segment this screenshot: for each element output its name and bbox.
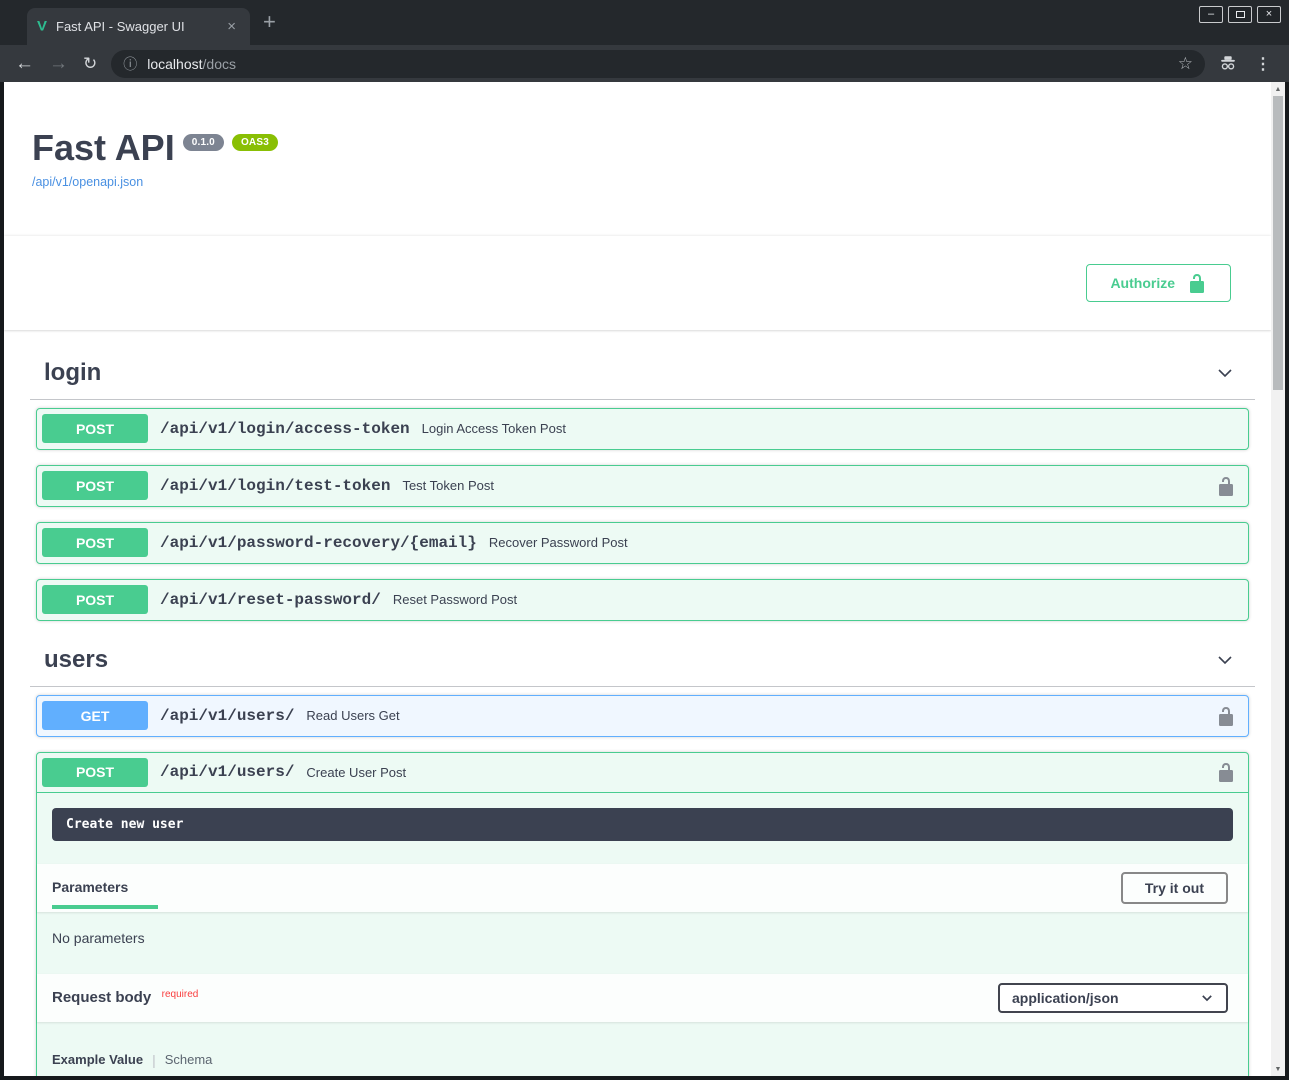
media-type-value: application/json [1012,990,1200,1006]
unlock-icon [1187,273,1207,293]
op-path: /api/v1/users/ [160,763,294,781]
method-badge: POST [42,758,148,787]
opblock-create-user: POST /api/v1/users/ Create User Post Cre… [36,752,1249,1076]
tab-title: Fast API - Swagger UI [56,19,223,34]
op-path: /api/v1/login/access-token [160,420,410,438]
parameters-section-header: Parameters Try it out [37,864,1248,912]
page-viewport: Fast API0.1.0OAS3 /api/v1/openapi.json A… [4,82,1271,1076]
auth-lock-button[interactable] [1216,476,1236,496]
url-bar[interactable]: ⓘ localhost /docs ☆ [111,50,1205,78]
minimize-button[interactable]: – [1199,6,1223,23]
operation-list-login: POST /api/v1/login/access-token Login Ac… [30,400,1255,621]
op-path: /api/v1/reset-password/ [160,591,381,609]
opblock-password-recovery[interactable]: POST /api/v1/password-recovery/{email} R… [36,522,1249,564]
auth-lock-button[interactable] [1216,762,1236,782]
browser-menu-icon[interactable]: ⋮ [1255,54,1271,74]
tab-divider: | [152,1052,156,1068]
method-badge: POST [42,528,148,557]
tab-schema[interactable]: Schema [165,1052,213,1067]
section-header-users[interactable]: users [30,636,1255,687]
opblock-body: Create new user Parameters Try it out No… [37,793,1248,1076]
opblock-reset-password[interactable]: POST /api/v1/reset-password/ Reset Passw… [36,579,1249,621]
version-badge: 0.1.0 [183,134,224,151]
tab-close-icon[interactable]: × [223,18,240,35]
chevron-down-icon [1200,991,1214,1005]
url-host: localhost [147,56,202,72]
opblock-login-test-token[interactable]: POST /api/v1/login/test-token Test Token… [36,465,1249,507]
favicon-icon: V [37,19,47,34]
op-summary: Test Token Post [402,478,494,493]
maximize-icon [1236,11,1245,18]
tab-example-value[interactable]: Example Value [52,1052,143,1067]
authorize-button[interactable]: Authorize [1086,264,1231,302]
page-scrollbar: ▲ ▼ [1271,82,1285,1076]
browser-tab[interactable]: V Fast API - Swagger UI × [27,8,250,45]
bookmark-star-icon[interactable]: ☆ [1178,54,1193,74]
reload-icon[interactable]: ↻ [83,55,97,72]
operation-description: Create new user [52,808,1233,841]
unlock-icon [1216,706,1236,726]
new-tab-button[interactable]: + [263,9,276,35]
section-name: users [44,646,108,674]
method-badge: POST [42,585,148,614]
url-path: /docs [203,56,236,72]
browser-toolbar: ← → ↻ ⓘ localhost /docs ☆ ⋮ [0,45,1289,82]
tab-parameters[interactable]: Parameters [52,867,158,909]
back-icon[interactable]: ← [15,54,34,73]
opblock-login-access-token[interactable]: POST /api/v1/login/access-token Login Ac… [36,408,1249,450]
method-badge: POST [42,414,148,443]
maximize-button[interactable] [1228,6,1252,23]
op-summary: Read Users Get [306,708,399,723]
op-summary: Create User Post [306,765,406,780]
op-path: /api/v1/password-recovery/{email} [160,534,477,552]
no-parameters-text: No parameters [37,912,1248,974]
op-summary: Recover Password Post [489,535,628,550]
method-badge: POST [42,471,148,500]
chevron-down-icon[interactable] [1215,650,1235,670]
page-title: Fast API0.1.0OAS3 [32,128,1243,168]
opblock-read-users[interactable]: GET /api/v1/users/ Read Users Get [36,695,1249,737]
media-type-select[interactable]: application/json [998,983,1228,1013]
forward-icon[interactable]: → [49,54,68,73]
auth-lock-button[interactable] [1216,706,1236,726]
op-path: /api/v1/users/ [160,707,294,725]
api-info: Fast API0.1.0OAS3 /api/v1/openapi.json [4,82,1271,191]
scroll-down-icon[interactable]: ▼ [1271,1062,1285,1076]
method-badge: GET [42,701,148,730]
op-path: /api/v1/login/test-token [160,477,390,495]
scroll-up-icon[interactable]: ▲ [1271,82,1285,96]
scheme-container: Authorize [4,236,1271,330]
required-label: required [162,989,199,1000]
operation-list-users: GET /api/v1/users/ Read Users Get POST /… [30,687,1255,1076]
try-it-out-button[interactable]: Try it out [1121,872,1228,904]
close-button[interactable]: × [1257,6,1281,23]
request-body-section-header: Request body required application/json [37,974,1248,1022]
section-header-login[interactable]: login [30,349,1255,400]
request-body-label: Request body [52,989,151,1006]
browser-titlebar: V Fast API - Swagger UI × + – × [0,0,1289,45]
openapi-spec-link[interactable]: /api/v1/openapi.json [32,175,143,189]
oas-badge: OAS3 [232,134,278,151]
incognito-icon [1217,53,1239,75]
site-info-icon[interactable]: ⓘ [123,54,137,74]
scrollbar-thumb[interactable] [1273,96,1283,390]
chevron-down-icon[interactable] [1215,363,1235,383]
unlock-icon [1216,476,1236,496]
op-summary: Reset Password Post [393,592,517,607]
unlock-icon [1216,762,1236,782]
op-summary: Login Access Token Post [422,421,566,436]
section-name: login [44,359,101,387]
opblock-create-user-header[interactable]: POST /api/v1/users/ Create User Post [37,753,1248,793]
